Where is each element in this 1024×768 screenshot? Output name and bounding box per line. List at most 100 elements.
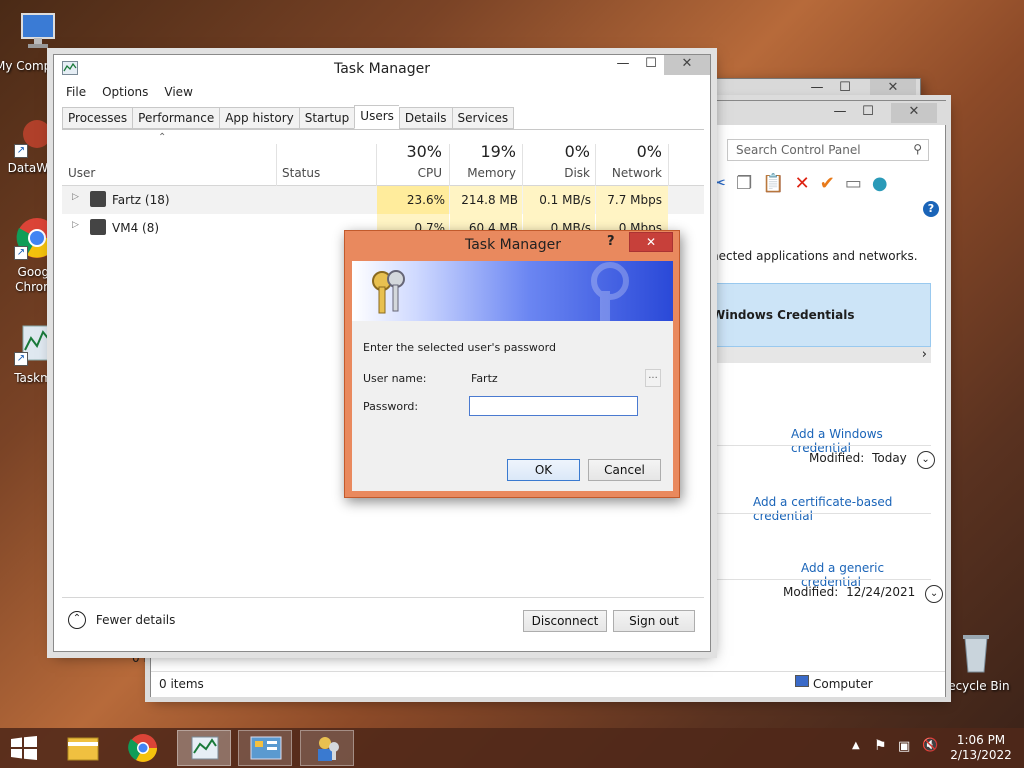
cell-network: 7.7 Mbps <box>607 193 662 207</box>
expand-arrow-icon[interactable]: ▷ <box>72 220 79 230</box>
taskbar-task-manager[interactable] <box>177 730 231 766</box>
show-hidden-icons-icon[interactable]: ▲ <box>852 740 860 751</box>
volume-muted-icon[interactable]: 🔇 <box>922 738 938 753</box>
maximize-button[interactable]: ☐ <box>832 79 858 99</box>
expand-chevron-icon[interactable]: ⌄ <box>916 451 935 469</box>
password-dialog[interactable]: Task Manager ? ✕ Enter the selected user… <box>344 230 680 498</box>
modified-row-2[interactable]: Modified: 12/24/2021 ⌄ <box>783 585 944 603</box>
action-center-flag-icon[interactable]: ⚑ <box>874 738 887 754</box>
modified-value: 12/24/2021 <box>846 585 916 599</box>
column-status[interactable]: Status <box>282 166 320 180</box>
expand-chevron-icon[interactable]: ⌄ <box>925 585 944 603</box>
expand-arrow-icon[interactable]: ▷ <box>72 192 79 202</box>
fewer-details-button[interactable]: ⌃ Fewer details <box>68 611 175 629</box>
properties-icon[interactable]: ▭ <box>845 173 862 194</box>
control-panel-icon <box>250 736 282 760</box>
column-cpu[interactable]: CPU <box>378 166 442 180</box>
clock-date: 2/13/2022 <box>950 748 1012 762</box>
cpu-total: 30% <box>406 142 442 161</box>
status-bar: 0 items Computer <box>151 671 945 697</box>
chevron-right-icon[interactable]: › <box>922 347 927 362</box>
chrome-icon <box>128 734 157 762</box>
tab-users[interactable]: Users <box>354 105 399 129</box>
browse-button[interactable]: ... <box>645 369 661 387</box>
help-button[interactable]: ? <box>607 234 615 249</box>
help-icon[interactable]: ? <box>923 201 939 217</box>
desktop-icon-recycle-bin[interactable]: Recycle Bin <box>940 630 1010 693</box>
tab-services[interactable]: Services <box>451 107 515 129</box>
taskbar: ▲ ⚑ ▣ 🔇 1:06 PM 2/13/2022 <box>0 728 1024 768</box>
tab-app-history[interactable]: App history <box>219 107 299 129</box>
add-certificate-credential-link[interactable]: Add a certificate-based credential <box>753 495 945 523</box>
paste-icon[interactable]: 📋 <box>762 173 784 194</box>
table-row[interactable]: ▷ Fartz (18) 23.6% 214.8 MB 0.1 MB/s 7.7… <box>62 186 704 214</box>
menu-options[interactable]: Options <box>102 85 148 99</box>
modified-value: Today <box>872 451 907 465</box>
column-memory[interactable]: Memory <box>452 166 516 180</box>
desktop-icon-label: Recycle Bin <box>940 679 1010 693</box>
shortcut-arrow-icon: ↗ <box>14 246 28 260</box>
windows-credentials-header[interactable]: Windows Credentials <box>711 283 931 347</box>
menu-view[interactable]: View <box>164 85 192 99</box>
minimize-button[interactable]: — <box>610 55 636 75</box>
keys-icon <box>372 270 405 314</box>
close-button[interactable]: ✕ <box>891 103 937 123</box>
taskbar-explorer[interactable] <box>56 730 110 766</box>
menu-bar: File Options View <box>66 85 193 99</box>
column-user[interactable]: User <box>68 166 95 180</box>
search-icon: ⚲ <box>913 142 922 156</box>
cell-cpu: 23.6% <box>406 193 445 207</box>
menu-file[interactable]: File <box>66 85 86 99</box>
memory-total: 19% <box>480 142 516 161</box>
cancel-button[interactable]: Cancel <box>588 459 661 481</box>
modified-label: Modified: <box>809 451 865 465</box>
tab-strip: Processes Performance App history Startu… <box>62 105 515 129</box>
copy-icon[interactable]: ❐ <box>736 173 752 194</box>
user-name: Fartz (18) <box>112 193 170 207</box>
horizontal-scrollbar[interactable]: › <box>711 347 931 363</box>
tab-processes[interactable]: Processes <box>62 107 133 129</box>
sign-out-button[interactable]: Sign out <box>613 610 695 632</box>
taskbar-control-panel[interactable] <box>238 730 292 766</box>
minimize-button[interactable]: — <box>827 103 853 123</box>
delete-icon[interactable]: ✕ <box>795 173 810 194</box>
modified-label: Modified: <box>783 585 839 599</box>
tab-startup[interactable]: Startup <box>298 107 355 129</box>
column-network[interactable]: Network <box>598 166 662 180</box>
taskmgr-icon <box>191 736 219 760</box>
search-input[interactable]: Search Control Panel ⚲ <box>727 139 929 161</box>
recycle-bin-icon <box>963 635 989 673</box>
column-disk[interactable]: Disk <box>524 166 590 180</box>
fewer-details-label: Fewer details <box>95 613 176 627</box>
disk-total: 0% <box>564 142 590 161</box>
close-button[interactable]: ✕ <box>629 232 673 252</box>
close-button[interactable]: ✕ <box>664 55 710 75</box>
cut-icon[interactable]: ✂ <box>711 173 726 194</box>
tab-performance[interactable]: Performance <box>132 107 220 129</box>
password-input[interactable] <box>469 396 638 416</box>
modified-row-1[interactable]: Modified: Today ⌄ <box>809 451 935 469</box>
disconnect-button[interactable]: Disconnect <box>523 610 607 632</box>
username-value: Fartz <box>471 372 498 385</box>
network-icon[interactable]: ▣ <box>898 739 910 754</box>
status-item-count: 0 it <box>132 651 152 665</box>
globe-icon[interactable]: ● <box>872 173 888 194</box>
user-avatar-icon <box>90 219 106 235</box>
maximize-button[interactable]: ☐ <box>638 55 664 75</box>
taskbar-chrome[interactable] <box>116 730 170 766</box>
clock[interactable]: 1:06 PM 2/13/2022 <box>944 733 1018 763</box>
taskbar-credential-manager[interactable] <box>300 730 354 766</box>
windows-credentials-label: Windows Credentials <box>712 308 855 322</box>
close-button[interactable]: ✕ <box>870 79 916 99</box>
credential-manager-icon <box>318 737 339 761</box>
check-icon[interactable]: ✔ <box>820 173 835 194</box>
dialog-banner <box>352 261 673 321</box>
minimize-button[interactable]: — <box>804 79 830 99</box>
tab-details[interactable]: Details <box>398 107 452 129</box>
collapse-chevron-icon: ⌃ <box>68 611 86 629</box>
search-placeholder: Search Control Panel <box>736 143 861 157</box>
network-total: 0% <box>636 142 662 161</box>
maximize-button[interactable]: ☐ <box>855 103 881 123</box>
start-button[interactable] <box>10 736 38 760</box>
ok-button[interactable]: OK <box>507 459 580 481</box>
